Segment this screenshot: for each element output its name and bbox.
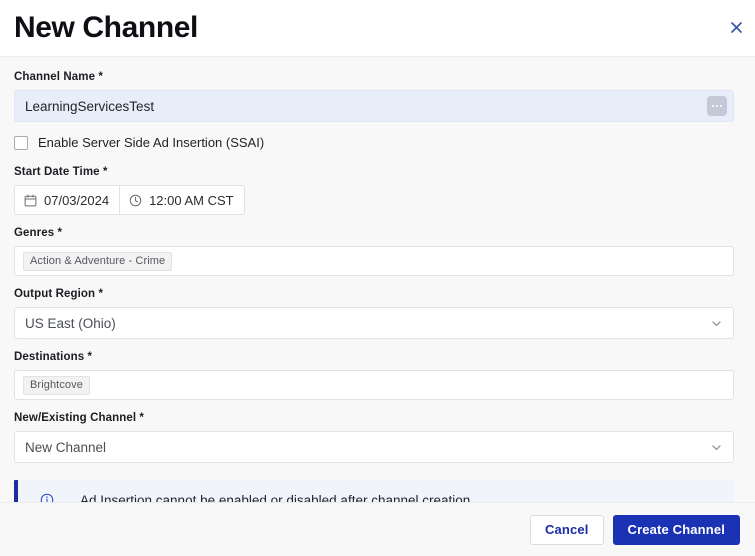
calendar-icon <box>24 194 37 207</box>
field-new-existing-channel: New/Existing Channel * New Channel <box>14 410 734 463</box>
destinations-tag[interactable]: Brightcove <box>23 376 90 395</box>
output-region-value: US East (Ohio) <box>25 316 710 331</box>
clock-icon <box>129 194 142 207</box>
field-output-region: Output Region * US East (Ohio) <box>14 286 734 339</box>
dialog-body[interactable]: Channel Name * LearningServicesTest Enab… <box>0 57 755 502</box>
new-existing-channel-label: New/Existing Channel * <box>14 410 734 426</box>
ssai-checkbox[interactable] <box>14 136 28 150</box>
ssai-label: Enable Server Side Ad Insertion (SSAI) <box>38 135 264 150</box>
genres-tag[interactable]: Action & Adventure - Crime <box>23 252 172 271</box>
field-channel-name: Channel Name * LearningServicesTest <box>14 69 734 122</box>
ellipsis-dot <box>716 105 718 107</box>
genres-input[interactable]: Action & Adventure - Crime <box>14 246 734 276</box>
cancel-button[interactable]: Cancel <box>530 515 604 545</box>
date-input[interactable]: 07/03/2024 <box>15 186 119 214</box>
page-title: New Channel <box>14 10 741 46</box>
create-channel-button[interactable]: Create Channel <box>613 515 740 545</box>
start-date-time-label: Start Date Time * <box>14 164 734 180</box>
field-destinations: Destinations * Brightcove <box>14 349 734 400</box>
channel-name-label: Channel Name * <box>14 69 734 85</box>
field-start-date-time: Start Date Time * 07/03/2024 <box>14 164 734 215</box>
info-banner-message: Ad Insertion cannot be enabled or disabl… <box>80 493 474 503</box>
info-banner: Ad Insertion cannot be enabled or disabl… <box>14 480 734 502</box>
ellipsis-dot <box>712 105 714 107</box>
destinations-label: Destinations * <box>14 349 734 365</box>
output-region-label: Output Region * <box>14 286 734 302</box>
ellipsis-icon[interactable] <box>707 96 727 116</box>
dialog-footer: Cancel Create Channel <box>0 502 755 556</box>
new-channel-dialog: New Channel Channel Name * LearningServi… <box>0 0 755 556</box>
time-input[interactable]: 12:00 AM CST <box>119 186 244 214</box>
start-date-time-row: 07/03/2024 12:00 AM CST <box>14 185 245 215</box>
clock-glyph <box>129 194 142 207</box>
chevron-down-icon <box>710 317 723 330</box>
ellipsis-dot <box>720 105 722 107</box>
time-value: 12:00 AM CST <box>149 193 234 208</box>
info-circle-icon <box>40 493 54 502</box>
close-glyph <box>731 22 742 33</box>
chevron-down-glyph <box>710 441 723 454</box>
channel-name-input[interactable]: LearningServicesTest <box>14 90 734 122</box>
calendar-glyph <box>24 194 37 207</box>
destinations-input[interactable]: Brightcove <box>14 370 734 400</box>
field-ssai: Enable Server Side Ad Insertion (SSAI) <box>14 135 734 150</box>
output-region-select[interactable]: US East (Ohio) <box>14 307 734 339</box>
date-value: 07/03/2024 <box>44 193 109 208</box>
field-genres: Genres * Action & Adventure - Crime <box>14 225 734 276</box>
genres-label: Genres * <box>14 225 734 241</box>
info-circle-glyph <box>40 493 54 502</box>
channel-name-value: LearningServicesTest <box>25 99 707 114</box>
new-existing-channel-select[interactable]: New Channel <box>14 431 734 463</box>
dialog-header: New Channel <box>0 0 755 57</box>
close-icon[interactable] <box>727 18 745 36</box>
chevron-down-glyph <box>710 317 723 330</box>
new-existing-channel-value: New Channel <box>25 440 710 455</box>
chevron-down-icon <box>710 441 723 454</box>
